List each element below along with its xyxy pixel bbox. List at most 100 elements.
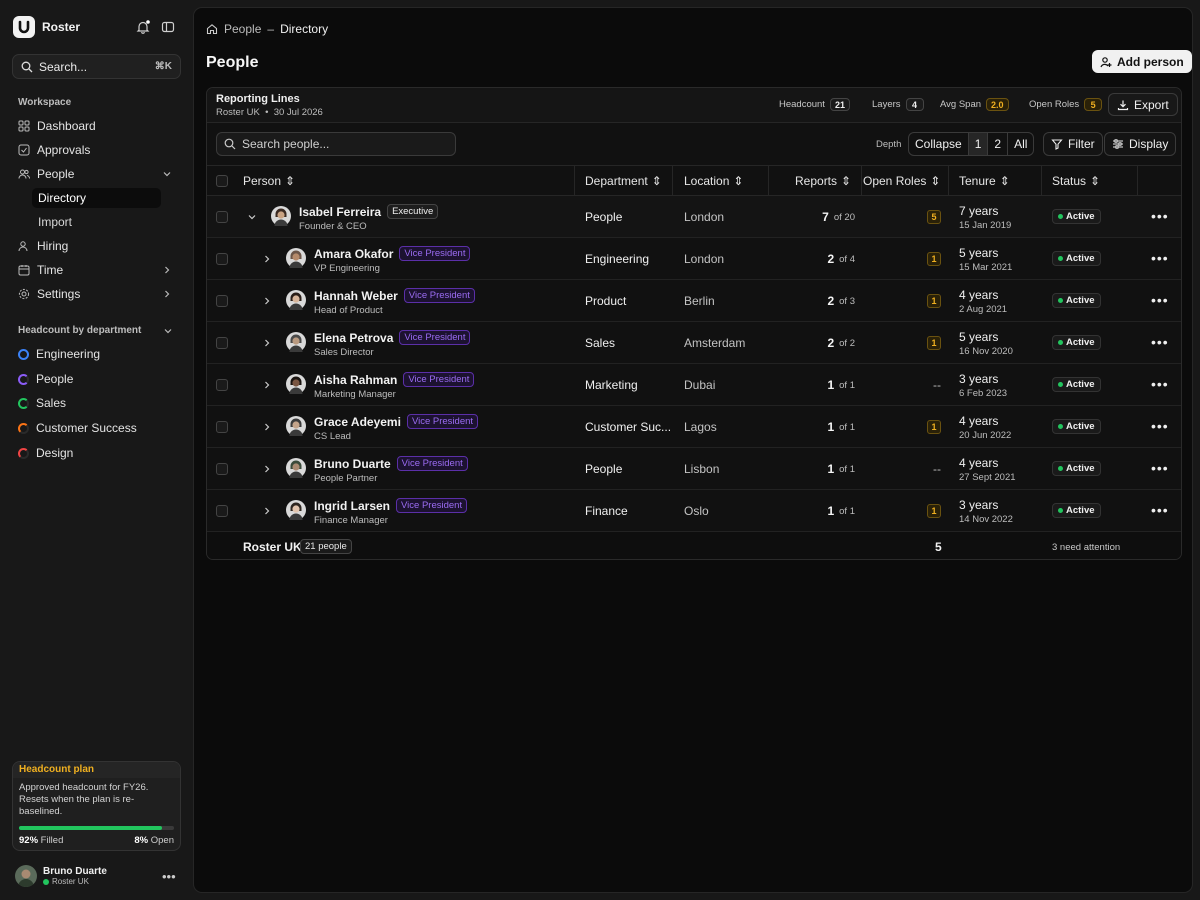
select-all-checkbox[interactable] [216,166,228,196]
dept-sales[interactable]: Sales [18,393,66,413]
sidebar-search[interactable]: Search... ⌘K [12,54,181,79]
row-more-icon[interactable]: ••• [1151,334,1169,350]
column-person[interactable]: Person ⇕ [243,166,295,196]
user-profile[interactable]: Bruno Duarte Roster UK [15,865,107,887]
table-row[interactable]: Aisha Rahman Vice President Marketing Mana… [207,364,1181,406]
person-name[interactable]: Amara Okafor [314,247,393,261]
person-info[interactable]: Ingrid Larsen Vice President Finance Manag… [314,498,468,526]
add-person-button[interactable]: Add person [1092,50,1192,73]
chevron-right-icon[interactable] [262,464,272,474]
role-level-tag: Executive [387,204,439,219]
row-checkbox[interactable] [216,211,228,223]
row-checkbox[interactable] [216,295,228,307]
dept-people[interactable]: People [18,369,73,389]
breadcrumb-root[interactable]: People [224,22,261,36]
table-footer: Roster UK 21 people 5 3 need attention [207,532,1181,559]
person-info[interactable]: Grace Adeyemi Vice President CS Lead [314,414,479,442]
column-open-roles[interactable]: Open Roles ⇕ [863,166,940,196]
table-row[interactable]: Ingrid Larsen Vice President Finance Manag… [207,490,1181,532]
chevron-down-icon[interactable] [247,212,257,222]
table-row[interactable]: Amara Okafor Vice President VP Engineering… [207,238,1181,280]
row-more-icon[interactable]: ••• [1151,460,1169,476]
status-badge: Active [1052,419,1101,434]
person-info[interactable]: Aisha Rahman Vice President Marketing Mana… [314,372,475,400]
reports-cell: 1 of 1 [769,462,855,476]
row-more-icon[interactable]: ••• [1151,418,1169,434]
row-checkbox[interactable] [216,421,228,433]
sidebar-item-hiring[interactable]: Hiring [18,236,176,256]
depth-1[interactable]: 1 [968,133,989,155]
sidebar-item-dashboard[interactable]: Dashboard [18,116,176,136]
depth-all[interactable]: All [1008,133,1033,155]
column-status[interactable]: Status ⇕ [1052,166,1100,196]
filter-button[interactable]: Filter [1043,132,1103,156]
person-name[interactable]: Grace Adeyemi [314,415,401,429]
sidebar-subitem-directory[interactable]: Directory [32,188,161,208]
dept-design[interactable]: Design [18,443,73,463]
person-info[interactable]: Isabel Ferreira Executive Founder & CEO [299,204,439,232]
row-more-icon[interactable]: ••• [1151,376,1169,392]
table-header: Person ⇕ Department ⇕ Location ⇕ Reports ⇕ O… [207,166,1181,196]
person-name[interactable]: Hannah Weber [314,289,398,303]
more-icon[interactable]: ••• [162,869,176,884]
sidebar-subitem-import[interactable]: Import [32,212,161,232]
dept-engineering[interactable]: Engineering [18,344,100,364]
person-name[interactable]: Ingrid Larsen [314,499,390,513]
start-date: 16 Nov 2020 [959,346,1013,357]
chevron-right-icon[interactable] [262,254,272,264]
table-row[interactable]: Bruno Duarte Vice President People Partner… [207,448,1181,490]
person-name[interactable]: Bruno Duarte [314,457,391,471]
row-more-icon[interactable]: ••• [1151,250,1169,266]
bell-icon[interactable] [135,19,151,35]
person-name[interactable]: Aisha Rahman [314,373,397,387]
row-more-icon[interactable]: ••• [1151,208,1169,224]
person-info[interactable]: Hannah Weber Vice President Head of Produc… [314,288,475,316]
chevron-down-icon[interactable] [163,325,173,339]
dept-customer-success[interactable]: Customer Success [18,418,137,438]
table-row[interactable]: Grace Adeyemi Vice President CS Lead Custom… [207,406,1181,448]
display-button[interactable]: Display [1104,132,1177,156]
row-more-icon[interactable]: ••• [1151,292,1169,308]
depth-collapse[interactable]: Collapse [909,133,969,155]
sidebar-item-time[interactable]: Time [18,260,176,280]
row-checkbox[interactable] [216,505,228,517]
row-more-icon[interactable]: ••• [1151,502,1169,518]
row-checkbox[interactable] [216,379,228,391]
column-reports[interactable]: Reports ⇕ [795,166,851,196]
column-department[interactable]: Department ⇕ [585,166,662,196]
depth-2[interactable]: 2 [988,133,1009,155]
person-name[interactable]: Elena Petrova [314,331,393,345]
chevron-right-icon[interactable] [262,506,272,516]
column-label: Reports [795,174,838,188]
department-cell: People [585,462,623,476]
chevron-right-icon[interactable] [262,422,272,432]
table-row[interactable]: Isabel Ferreira Executive Founder & CEO Peo… [207,196,1181,238]
column-tenure[interactable]: Tenure ⇕ [959,166,1010,196]
chevron-right-icon[interactable] [262,296,272,306]
sidebar-toggle-icon[interactable] [160,19,176,35]
column-location[interactable]: Location ⇕ [684,166,743,196]
person-info[interactable]: Elena Petrova Vice President Sales Directo… [314,330,471,358]
person-info[interactable]: Bruno Duarte Vice President People Partner [314,456,468,484]
row-checkbox[interactable] [216,337,228,349]
brand[interactable]: Roster [13,16,80,38]
table-row[interactable]: Elena Petrova Vice President Sales Directo… [207,322,1181,364]
people-search[interactable] [216,132,456,156]
people-search-input[interactable] [242,137,442,151]
person-info[interactable]: Amara Okafor Vice President VP Engineering [314,246,471,274]
start-date: 15 Mar 2021 [959,262,1013,273]
table-row[interactable]: Hannah Weber Vice President Head of Produc… [207,280,1181,322]
export-button[interactable]: Export [1108,93,1178,116]
row-checkbox[interactable] [216,253,228,265]
plan-filled-pct: 92% [19,835,39,846]
sidebar-item-label: Dashboard [37,119,96,133]
sidebar-item-settings[interactable]: Settings [18,284,176,304]
row-checkbox[interactable] [216,463,228,475]
sidebar-item-approvals[interactable]: Approvals [18,140,176,160]
status-label: Active [1066,379,1095,390]
person-name[interactable]: Isabel Ferreira [299,205,381,219]
chevron-right-icon[interactable] [262,380,272,390]
sidebar-item-people[interactable]: People [18,164,176,184]
home-icon[interactable] [206,23,218,35]
chevron-right-icon[interactable] [262,338,272,348]
